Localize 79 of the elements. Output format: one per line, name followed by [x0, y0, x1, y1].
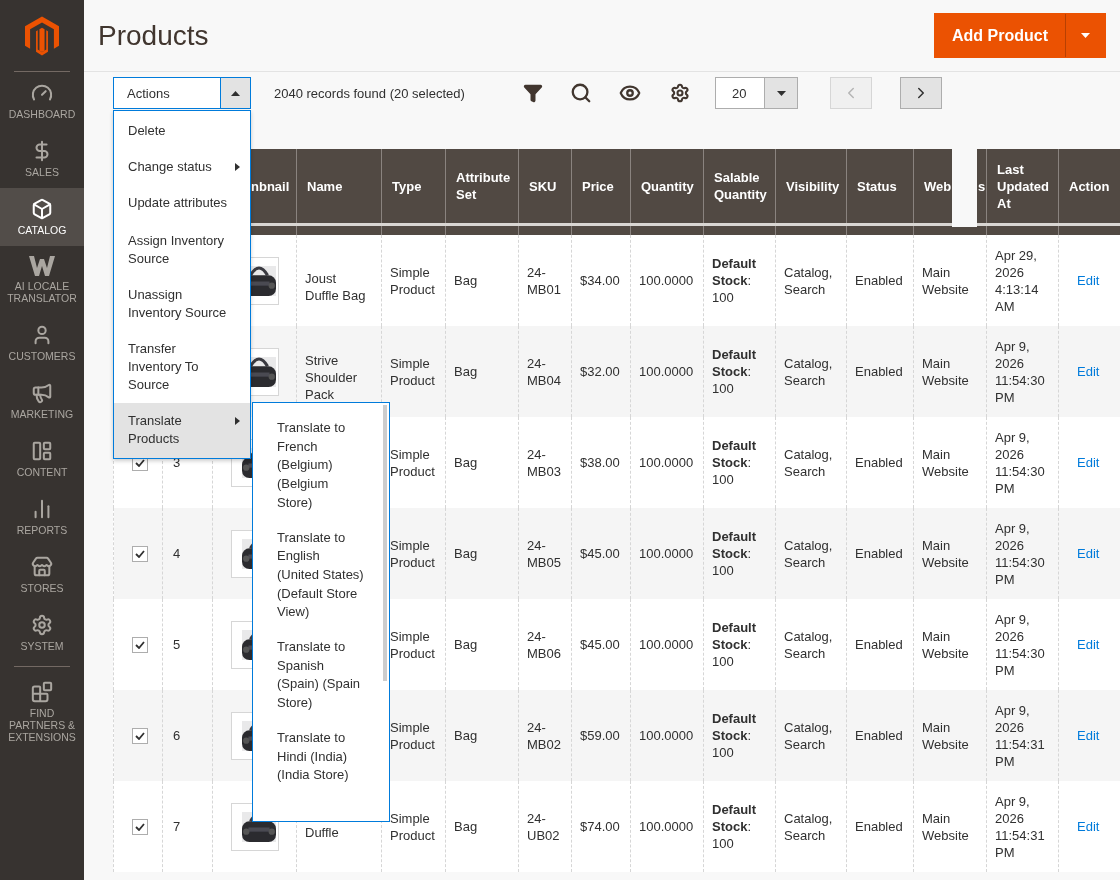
- logo-icon: [25, 15, 59, 56]
- sidebar-item[interactable]: SALES: [0, 130, 84, 188]
- menu-item[interactable]: Assign Inventory Source: [114, 223, 250, 277]
- page-title: Products: [98, 19, 209, 52]
- caret-icon: [235, 417, 240, 425]
- table-cell: Bag: [445, 781, 519, 872]
- column-header[interactable]: SKU: [518, 149, 572, 225]
- sidebar-item[interactable]: MARKETING: [0, 372, 84, 430]
- table-cell: Default Stock: 100: [703, 781, 776, 872]
- actions-toggle-button[interactable]: [221, 77, 251, 109]
- caret-icon: [231, 90, 240, 96]
- column-header[interactable]: Quantity: [630, 149, 704, 225]
- column-header[interactable]: Name: [296, 149, 382, 225]
- row-checkbox[interactable]: [132, 546, 148, 562]
- menu-item[interactable]: Change status: [114, 151, 250, 184]
- column-header[interactable]: Salable Quantity: [703, 149, 776, 225]
- column-header[interactable]: Price: [571, 149, 631, 225]
- row-checkbox[interactable]: [132, 637, 148, 653]
- sidebar-item[interactable]: FIND PARTNERS & EXTENSIONS: [0, 671, 84, 753]
- nav-icon: [31, 556, 53, 578]
- menu-item[interactable]: Update attributes: [114, 184, 250, 223]
- check-icon: [135, 823, 145, 831]
- actions-select[interactable]: Actions: [113, 77, 221, 109]
- menu-item[interactable]: Delete: [114, 111, 250, 151]
- nav-icon: [31, 681, 53, 703]
- row-checkbox[interactable]: [132, 819, 148, 835]
- column-header[interactable]: Last Updated At: [986, 149, 1059, 225]
- nav-icon: [31, 382, 53, 404]
- menu-item[interactable]: Transfer Inventory To Source: [114, 331, 250, 403]
- column-header[interactable]: Type: [381, 149, 446, 225]
- caret-icon: [776, 90, 786, 96]
- table-cell: Simple Product: [381, 781, 446, 872]
- per-page-toggle-button[interactable]: [765, 77, 798, 109]
- table-cell: Apr 9, 2026 11:54:31 PM: [986, 781, 1059, 872]
- w-letter-icon: [29, 256, 55, 276]
- edit-link[interactable]: Edit: [1077, 546, 1100, 561]
- sidebar-item[interactable]: SYSTEM: [0, 604, 84, 662]
- sidebar-item[interactable]: CATALOG: [0, 188, 84, 246]
- sidebar-item[interactable]: STORES: [0, 546, 84, 604]
- column-header[interactable]: Attribute Set: [445, 149, 519, 225]
- caret-icon: [1081, 33, 1090, 38]
- table-cell: Enabled: [846, 781, 914, 872]
- edit-link[interactable]: Edit: [1077, 819, 1100, 834]
- sidebar-item[interactable]: CUSTOMERS: [0, 314, 84, 372]
- column-header[interactable]: Web s: [913, 149, 987, 225]
- table-cell: 24-UB02: [518, 781, 572, 872]
- settings-icon[interactable]: [670, 83, 690, 103]
- search-icon[interactable]: [570, 82, 592, 104]
- table-cell: Catalog, Search: [775, 781, 847, 872]
- caret-icon: [235, 163, 240, 171]
- row-checkbox[interactable]: [132, 728, 148, 744]
- check-icon: [135, 732, 145, 740]
- edit-link[interactable]: Edit: [1077, 455, 1100, 470]
- edit-link[interactable]: Edit: [1077, 273, 1100, 288]
- edit-link[interactable]: Edit: [1077, 728, 1100, 743]
- sidebar-item[interactable]: CONTENT: [0, 430, 84, 488]
- nav-icon: [31, 198, 53, 220]
- nav-icon: [31, 614, 53, 636]
- check-icon: [135, 641, 145, 649]
- check-icon: [135, 550, 145, 558]
- per-page-field[interactable]: 20: [715, 77, 765, 109]
- table-cell: $74.00: [571, 781, 631, 872]
- sidebar-item[interactable]: REPORTS: [0, 488, 84, 546]
- filter-icon[interactable]: [523, 83, 543, 103]
- table-cell: 7: [162, 781, 213, 872]
- menu-item[interactable]: Unassign Inventory Source: [114, 277, 250, 331]
- column-header[interactable]: Visibility: [775, 149, 847, 225]
- scrollbar-thumb[interactable]: [383, 405, 387, 681]
- records-count: 2040 records found (20 selected): [274, 85, 466, 101]
- column-header[interactable]: Status: [846, 149, 914, 225]
- edit-link[interactable]: Edit: [1077, 364, 1100, 379]
- check-icon: [135, 459, 145, 467]
- nav-icon: [31, 440, 53, 462]
- sidebar-item[interactable]: AI LOCALE TRANSLATOR: [0, 246, 84, 314]
- sidebar-item[interactable]: DASHBOARD: [0, 72, 84, 130]
- table-cell: Main Website: [913, 781, 987, 872]
- column-header[interactable]: Action: [1058, 149, 1120, 225]
- edit-link[interactable]: Edit: [1077, 637, 1100, 652]
- table-cell: 100.0000: [630, 781, 704, 872]
